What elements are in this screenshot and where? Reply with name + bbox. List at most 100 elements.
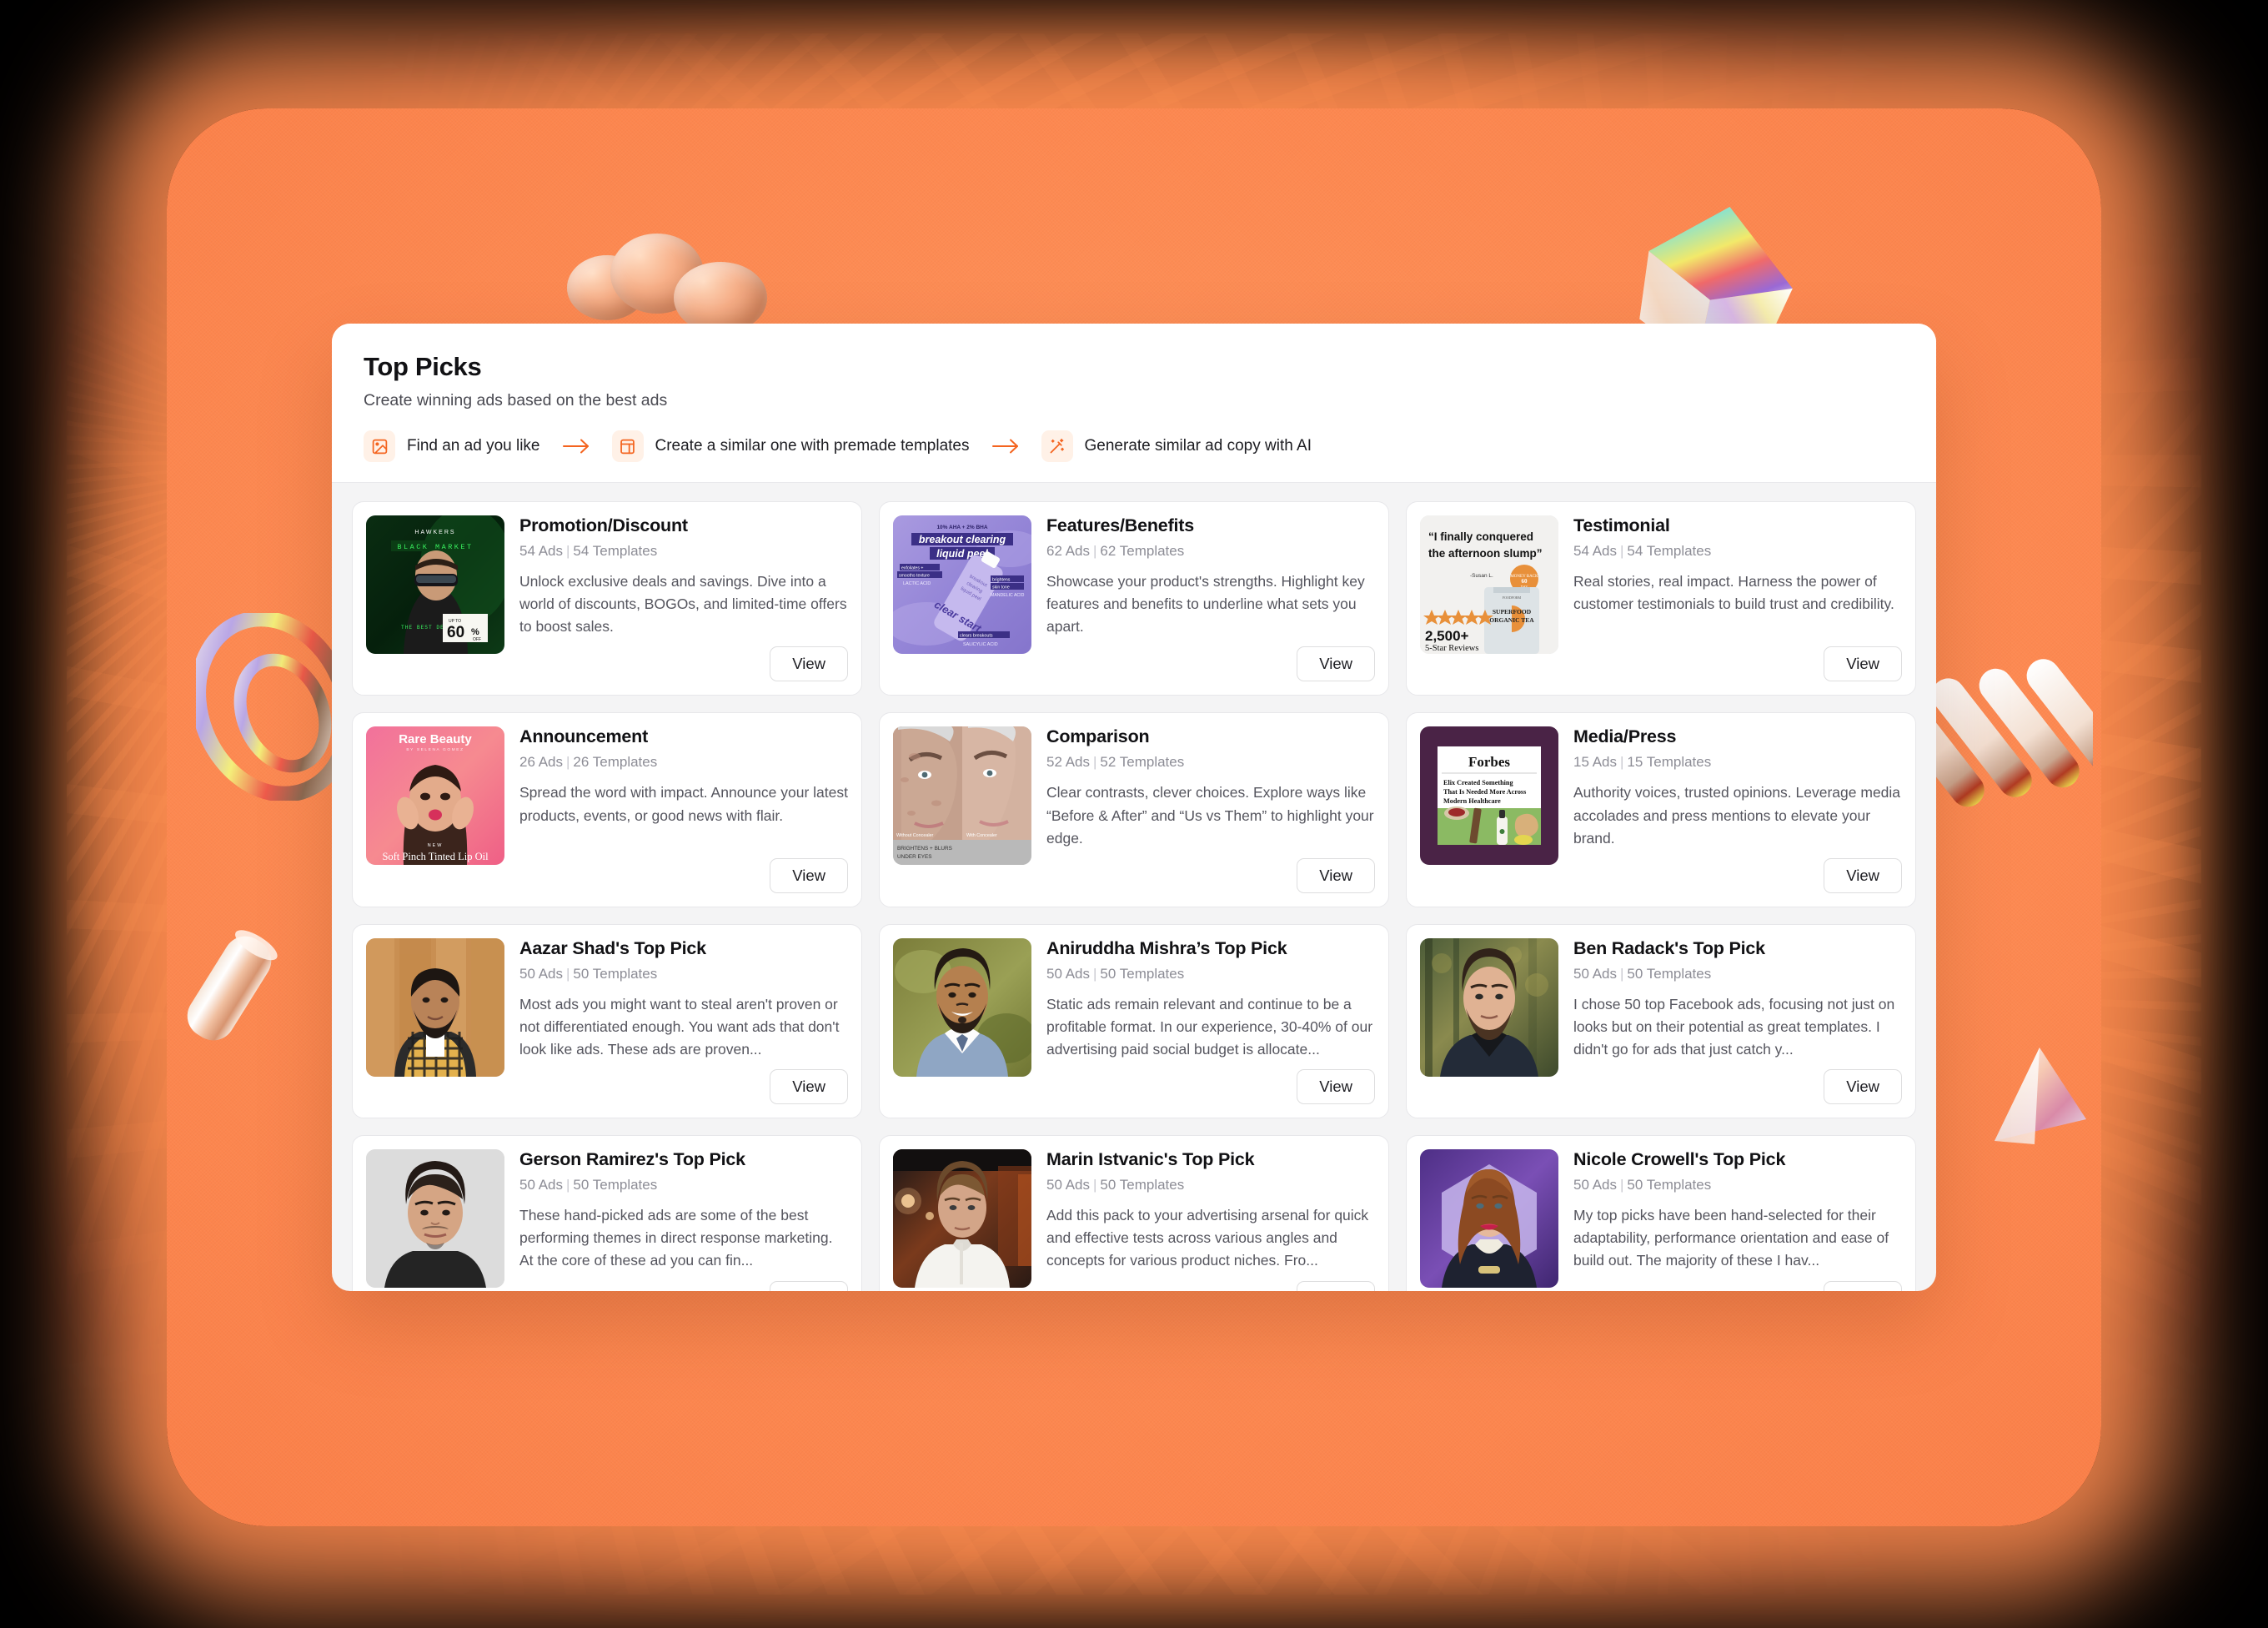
card-body: Media/Press 15 Ads | 15 Templates Authorit… xyxy=(1573,726,1902,893)
step-label: Generate similar ad copy with AI xyxy=(1084,437,1312,455)
view-button[interactable]: View xyxy=(1824,1280,1902,1291)
card-templates-count: 50 Templates xyxy=(573,965,658,982)
svg-text:Elix Created Something: Elix Created Something xyxy=(1443,779,1513,786)
svg-text:“I finally conquered: “I finally conquered xyxy=(1428,530,1533,543)
view-button[interactable]: View xyxy=(1824,1069,1902,1105)
card-meta: 50 Ads | 50 Templates xyxy=(1573,1177,1712,1193)
card-actions: View xyxy=(1046,850,1375,893)
card-ads-count: 50 Ads xyxy=(1573,965,1617,982)
top-pick-card[interactable]: Gerson Ramirez's Top Pick 50 Ads | 50 Temp… xyxy=(352,1135,862,1291)
view-button[interactable]: View xyxy=(770,857,848,893)
card-body: Comparison 52 Ads | 52 Templates Clear con… xyxy=(1046,726,1375,893)
card-thumbnail xyxy=(1420,1149,1558,1289)
card-description: Clear contrasts, clever choices. Explore… xyxy=(1046,784,1374,847)
svg-text:SUPERFOOD: SUPERFOOD xyxy=(1493,608,1532,616)
view-button[interactable]: View xyxy=(770,1280,848,1291)
card-templates-count: 26 Templates xyxy=(573,754,658,771)
card-body: Aazar Shad's Top Pick 50 Ads | 50 Template… xyxy=(519,938,848,1105)
card-actions: View xyxy=(1573,850,1902,893)
card-body: Promotion/Discount 54 Ads | 54 Templates U… xyxy=(519,515,848,682)
view-button[interactable]: View xyxy=(1824,857,1902,893)
card-meta: 50 Ads | 50 Templates xyxy=(519,965,658,982)
svg-text:LACTIC ACID: LACTIC ACID xyxy=(903,581,931,586)
card-templates-count: 50 Templates xyxy=(573,1177,658,1193)
top-pick-card[interactable]: Without Concealer With Concealer BRIGHTE… xyxy=(879,712,1389,907)
card-templates-count: 50 Templates xyxy=(1100,965,1185,982)
card-ads-count: 50 Ads xyxy=(1046,1177,1090,1193)
card-actions: View xyxy=(519,850,848,893)
svg-text:Soft Pinch Tinted Lip Oil: Soft Pinch Tinted Lip Oil xyxy=(382,851,489,862)
view-button[interactable]: View xyxy=(770,646,848,682)
svg-text:60: 60 xyxy=(1522,578,1528,585)
card-title: Comparison xyxy=(1046,726,1150,747)
top-picks-grid: HAWKERS BLACK MARKET THE BEST DEALS UP T… xyxy=(332,483,1936,1291)
image-icon xyxy=(364,430,395,462)
card-templates-count: 50 Templates xyxy=(1627,965,1712,982)
svg-text:Rare Beauty: Rare Beauty xyxy=(399,732,472,746)
view-button[interactable]: View xyxy=(1824,646,1902,682)
card-title: Announcement xyxy=(519,726,649,747)
page-title: Top Picks xyxy=(364,352,482,381)
top-pick-card[interactable]: Nicole Crowell's Top Pick 50 Ads | 50 Temp… xyxy=(1406,1135,1916,1291)
card-templates-count: 54 Templates xyxy=(573,543,658,559)
card-templates-count: 50 Templates xyxy=(1627,1177,1712,1193)
top-pick-card[interactable]: Marin Istvanic's Top Pick 50 Ads | 50 Temp… xyxy=(879,1135,1389,1291)
view-button[interactable]: View xyxy=(1297,1280,1375,1291)
top-pick-card[interactable]: HAWKERS BLACK MARKET THE BEST DEALS UP T… xyxy=(352,501,862,696)
step-create-similar[interactable]: Create a similar one with premade templa… xyxy=(611,430,970,462)
card-templates-count: 52 Templates xyxy=(1100,754,1185,771)
card-ads-count: 50 Ads xyxy=(519,1177,563,1193)
svg-text:OFF: OFF xyxy=(473,637,481,642)
view-button[interactable]: View xyxy=(770,1069,848,1105)
svg-text:ORGANIC TEA: ORGANIC TEA xyxy=(1489,616,1534,624)
template-icon xyxy=(611,430,644,462)
card-description: These hand-picked ads are some of the be… xyxy=(519,1207,833,1269)
svg-text:60: 60 xyxy=(447,624,464,641)
card-actions: View xyxy=(1046,1061,1375,1105)
card-body: Ben Radack's Top Pick 50 Ads | 50 Template… xyxy=(1573,938,1902,1105)
svg-text:SALICYLIC ACID: SALICYLIC ACID xyxy=(963,642,998,647)
card-description: Unlock exclusive deals and savings. Dive… xyxy=(519,573,847,636)
arrow-right-icon xyxy=(562,438,590,455)
svg-text:FOODFORM: FOODFORM xyxy=(1503,595,1522,600)
card-meta: 62 Ads | 62 Templates xyxy=(1046,543,1185,559)
card-templates-count: 54 Templates xyxy=(1627,543,1712,559)
svg-text:%: % xyxy=(471,627,479,637)
card-ads-count: 26 Ads xyxy=(519,754,563,771)
top-pick-card[interactable]: Forbes Elix Created Something That Is Ne… xyxy=(1406,712,1916,907)
card-templates-count: 62 Templates xyxy=(1100,543,1185,559)
top-pick-card[interactable]: 10% AHA + 2% BHA breakout clearing liqui… xyxy=(879,501,1389,696)
svg-text:skin tone: skin tone xyxy=(992,585,1010,590)
card-ads-count: 50 Ads xyxy=(1573,1177,1617,1193)
card-thumbnail xyxy=(893,937,1031,1077)
top-pick-card[interactable]: Rare Beauty BY SELENA GOMEZ NEW Soft Pin… xyxy=(352,712,862,907)
svg-text:That Is Needed More Across: That Is Needed More Across xyxy=(1443,788,1526,796)
card-thumbnail xyxy=(1420,937,1558,1077)
card-description: Most ads you might want to steal aren't … xyxy=(519,995,840,1058)
view-button[interactable]: View xyxy=(1297,646,1375,682)
card-ads-count: 52 Ads xyxy=(1046,754,1090,771)
card-thumbnail xyxy=(893,1149,1031,1289)
svg-text:clears breakouts: clears breakouts xyxy=(960,634,993,639)
panel-header: Top Picks Create winning ads based on th… xyxy=(332,324,1936,483)
card-body: Features/Benefits 62 Ads | 62 Templates Sh… xyxy=(1046,515,1375,682)
view-button[interactable]: View xyxy=(1297,857,1375,893)
top-pick-card[interactable]: Ben Radack's Top Pick 50 Ads | 50 Template… xyxy=(1406,923,1916,1119)
step-find-an-ad[interactable]: Find an ad you like xyxy=(364,430,540,462)
view-button[interactable]: View xyxy=(1297,1069,1375,1105)
card-title: Marin Istvanic's Top Pick xyxy=(1046,1149,1255,1170)
arrow-right-icon xyxy=(991,438,1020,455)
top-pick-card[interactable]: Aazar Shad's Top Pick 50 Ads | 50 Template… xyxy=(352,923,862,1119)
card-thumbnail xyxy=(366,937,504,1077)
top-pick-card[interactable]: Aniruddha Mishra’s Top Pick 50 Ads | 50 Te… xyxy=(879,923,1389,1119)
svg-text:5-Star Reviews: 5-Star Reviews xyxy=(1425,644,1478,653)
svg-text:NEW: NEW xyxy=(428,843,444,848)
card-body: Aniruddha Mishra’s Top Pick 50 Ads | 50 Te… xyxy=(1046,938,1375,1105)
card-description: My top picks have been hand-selected for… xyxy=(1573,1207,1889,1269)
screenshot-stage: Top Picks Create winning ads based on th… xyxy=(0,0,2268,1628)
card-meta: 54 Ads | 54 Templates xyxy=(1573,543,1712,559)
card-title: Media/Press xyxy=(1573,726,1677,747)
top-pick-card[interactable]: “I finally conquered the afternoon slump… xyxy=(1406,501,1916,696)
step-generate-ad-copy[interactable]: Generate similar ad copy with AI xyxy=(1041,430,1312,462)
card-templates-count: 15 Templates xyxy=(1627,754,1712,771)
